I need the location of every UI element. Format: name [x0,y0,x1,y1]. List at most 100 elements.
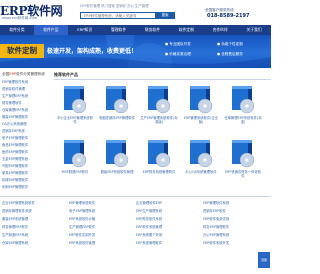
product-card[interactable]: 电脑进销存ERP管理软件 [98,84,136,138]
nav-item-custom[interactable]: 软件定制 [169,25,203,35]
product-card[interactable]: 生产ERP管理系统软件(标准版) [140,84,178,138]
product-card[interactable]: 仓库管理ERP系统软件(标准) [224,84,262,138]
product-name: 生产ERP管理系统软件(标准版) [140,116,178,125]
software-box-icon [106,140,129,168]
sidebar-title-suffix: 软件分类管理系统 [16,72,45,76]
site-header: ERP软件网 www.erp软件网.com ERP软件管理 热门搜索 进销存 办… [0,0,271,25]
footer-link[interactable]: 电子ERP管理系统 [69,208,135,213]
footer-link[interactable]: ERP软件定制开发 [69,232,135,237]
footer-link[interactable]: ERP软件系统开发 [203,240,269,245]
footer-link[interactable]: 进销存管理软件系统 [2,208,68,213]
search-button[interactable]: 搜索 [155,12,175,19]
nav-item-partners[interactable]: 合作伙伴 [203,25,237,35]
footer-link[interactable]: 办公ERP管理系统 [203,232,269,237]
product-name: 电脑进销存ERP管理软件 [98,116,136,120]
section-heading: 推荐软件产品 [54,72,78,77]
product-name: 仓库管理ERP系统软件(标准) [224,116,262,125]
recommended-products: 推荐软件产品 中小企业ERP管理系统软件 电脑进销存ERP管理软件 生产ERP管… [54,70,271,194]
sidebar-item[interactable]: 仓库管理ERP系统 [2,107,52,112]
banner-point: ● 全程售后服务 [217,52,243,56]
site-logo-subtitle: www.erp软件网.com [2,16,38,20]
software-box-icon [106,86,129,114]
promo-banner[interactable]: 软件定制 极速开发，架构成熟，收费更低！ ● 专业团队开发 ● 功能个性定制 ●… [0,35,271,68]
product-card[interactable]: MRP制造ERP软件 [56,138,94,192]
software-box-icon [64,140,87,168]
product-card[interactable]: ERP管理系统软件(企业版) [182,84,220,138]
banner-point: ● 专业团队开发 [165,42,191,46]
product-card[interactable]: 中小企业ERP管理系统软件 [56,84,94,138]
footer-link[interactable]: ERP系统管理软件 [136,240,202,245]
search-box: 搜索 [80,12,175,19]
footer-link[interactable]: ERP系统软件价格 [69,216,135,221]
product-card[interactable]: 服装ERP系统软件管理 [98,138,136,192]
nav-item-erp-knowledge[interactable]: ERP知识 [68,25,102,35]
product-card[interactable]: ERP进销存财务一体化软件 [224,138,262,192]
sidebar-item[interactable]: 服装ERP管理软件 [2,114,52,119]
sidebar-title: 全国ERP软件分类管理系统 [2,72,45,77]
sidebar-item[interactable]: 电子ERP管理软件 [2,135,52,140]
sidebar-item[interactable]: 进销存ERP系统 [2,128,52,133]
footer-link[interactable]: ERP软件系统管理 [136,224,202,229]
sidebar-item[interactable]: ERP管理软件系统 [2,79,52,84]
nav-item-management[interactable]: 管理软件 [102,25,136,35]
banner-tag: 软件定制 [0,44,44,58]
footer-links: 企业ERP管理系统软件 进销存管理软件系统 服装ERP系统管理 财务管理ERP软… [0,196,271,274]
product-name: ERP管理系统软件(企业版) [183,116,219,125]
product-name: 中小企业ERP管理系统软件 [56,116,94,125]
software-box-icon [64,86,87,114]
footer-link[interactable]: 服装ERP系统管理 [2,216,68,221]
sidebar-item[interactable]: 汽配ERP管理软件 [2,163,52,168]
product-card[interactable]: 办公OA系统管理软件 [182,138,220,192]
footer-link[interactable]: 仓库ERP管理系统 [2,240,68,245]
product-name: 服装ERP系统软件管理 [100,170,134,174]
nav-item-about[interactable]: 关于我们 [237,25,271,35]
footer-link[interactable]: ERP系统哪个好用 [136,232,202,237]
sidebar-item[interactable]: 家具ERP管理软件 [2,170,52,175]
software-box-icon [148,140,171,168]
software-box-icon [232,140,255,168]
footer-link[interactable]: 财务管理ERP软件 [2,224,68,229]
section-divider [54,79,271,80]
sidebar-item[interactable]: 医药ERP管理软件 [2,149,52,154]
footer-link[interactable]: ERP管理软件系统 [203,200,269,205]
software-box-icon [190,140,213,168]
banner-title: 极速开发，架构成熟，收费更低！ [47,48,138,55]
software-box-icon [232,86,255,114]
software-box-icon [190,86,213,114]
banner-point: ● 功能个性定制 [217,42,243,46]
footer-link[interactable]: ERP系统软件管理 [69,240,135,245]
footer-link[interactable]: 财务ERP管理软件 [203,224,269,229]
footer-link[interactable]: ERP生产管理系统 [136,208,202,213]
nav-item-products[interactable]: 软件产品 [33,25,68,35]
search-input[interactable] [84,14,156,18]
banner-point: ● 价格实惠合理 [165,52,191,56]
sidebar-item[interactable]: 进销存软件管理 [2,86,52,91]
footer-link[interactable]: 进销存ERP软件 [203,208,269,213]
footer-link[interactable]: 生产管理ERP软件 [69,224,135,229]
software-box-icon [148,86,171,114]
search-hint: ERP软件管理 热门搜索 进销存 办公 生产管理 [80,4,149,8]
sidebar-item[interactable]: 食品ERP管理软件 [2,142,52,147]
sidebar-item[interactable]: OA办公系统管理 [2,121,52,126]
phone-number: 018-8589-2197 [207,13,250,19]
footer-link[interactable]: ERP管理系统软件 [69,200,135,205]
back-to-top-button[interactable]: 顶部 [258,252,270,268]
sidebar-item[interactable]: 生产管理ERP系统 [2,93,52,98]
sidebar-item[interactable]: 机械ERP管理软件 [2,177,52,182]
product-name: ERP财务系统管理软件 [142,170,176,174]
product-name: ERP进销存财务一体化软件 [224,170,262,179]
product-card[interactable]: ERP财务系统管理软件 [140,138,178,192]
category-sidebar: 全国ERP软件分类管理系统 ERP管理软件系统 进销存软件管理 生产管理ERP系… [0,70,52,194]
footer-link[interactable]: ERP财务软件系统 [136,216,202,221]
product-name: 办公OA系统管理软件 [185,170,217,174]
footer-link[interactable]: 企业ERP管理系统软件 [2,200,68,205]
sidebar-item[interactable]: 印刷ERP管理软件 [2,184,52,189]
sidebar-item[interactable]: 财务管理软件 [2,100,52,105]
main-nav: 软件分类 软件产品 ERP知识 管理软件 财务软件 软件定制 合作伙伴 关于我们 [0,25,271,35]
sidebar-item[interactable]: 五金ERP管理系统 [2,156,52,161]
nav-item-categories[interactable]: 软件分类 [0,25,34,35]
footer-link[interactable]: ERP软件免费试用 [203,216,269,221]
nav-item-finance[interactable]: 财务软件 [136,25,170,35]
footer-link[interactable]: 企业管理软件ERP [136,200,202,205]
footer-link[interactable]: 生产制造ERP系统 [2,232,68,237]
